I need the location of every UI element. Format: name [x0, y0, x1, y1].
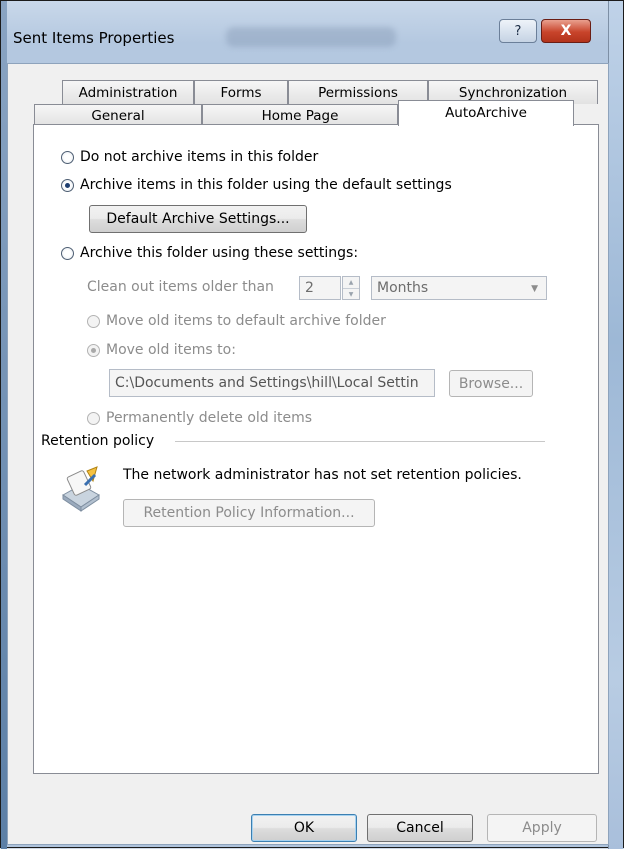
radio-button-checked-icon — [61, 178, 74, 192]
dropdown-arrow-icon: ▼ — [531, 284, 538, 294]
tab-label: AutoArchive — [445, 105, 527, 121]
radio-archive-custom[interactable]: Archive this folder using these settings… — [61, 245, 358, 261]
window-frame-right — [608, 1, 623, 849]
button-label: OK — [293, 820, 315, 836]
select-value: Months — [377, 280, 429, 296]
ok-button[interactable]: OK — [251, 814, 357, 842]
tab-forms[interactable]: Forms — [194, 80, 288, 104]
tab-label: Home Page — [261, 107, 339, 124]
blurred-background-text — [226, 27, 396, 47]
window-title: Sent Items Properties — [13, 29, 175, 47]
button-label: Browse... — [458, 375, 524, 392]
radio-label: Do not archive items in this folder — [80, 149, 319, 165]
radio-label: Move old items to: — [106, 342, 236, 358]
tab-label: Synchronization — [458, 84, 568, 101]
close-icon: X — [560, 23, 572, 39]
button-label: Apply — [522, 820, 562, 836]
clean-out-spinner[interactable]: ▲ ▼ — [342, 276, 360, 300]
help-icon: ? — [514, 23, 522, 39]
radio-button-icon — [87, 314, 100, 328]
field-value: C:\Documents and Settings\hill\Local Set… — [115, 375, 419, 391]
radio-label: Archive this folder using these settings… — [80, 245, 359, 261]
button-label: Default Archive Settings... — [106, 211, 290, 227]
button-label: Retention Policy Information... — [143, 505, 355, 521]
group-divider — [175, 441, 545, 443]
radio-do-not-archive[interactable]: Do not archive items in this folder — [61, 149, 318, 165]
radio-label: Move old items to default archive folder — [106, 313, 386, 329]
move-path-field[interactable]: C:\Documents and Settings\hill\Local Set… — [109, 369, 435, 397]
field-value: 2 — [305, 280, 314, 296]
tab-label: General — [91, 107, 145, 124]
default-archive-settings-button[interactable]: Default Archive Settings... — [89, 205, 307, 233]
tab-label: Permissions — [318, 84, 398, 101]
close-button[interactable]: X — [541, 19, 591, 43]
period-select[interactable]: Months ▼ — [371, 276, 547, 300]
clean-out-label: Clean out items older than — [87, 279, 274, 295]
tab-autoarchive[interactable]: AutoArchive — [398, 100, 574, 126]
group-label-text: Retention policy — [41, 433, 155, 449]
radio-move-default[interactable]: Move old items to default archive folder — [87, 313, 386, 329]
tab-label: Forms — [220, 84, 262, 101]
retention-policy-group-label: Retention policy — [41, 433, 154, 449]
browse-button[interactable]: Browse... — [449, 370, 533, 397]
tab-home-page[interactable]: Home Page — [202, 104, 398, 126]
dialog-window: Sent Items Properties ? X Administration… — [0, 0, 624, 849]
retention-message: The network administrator has not set re… — [123, 467, 522, 483]
help-button[interactable]: ? — [499, 19, 537, 43]
tab-general[interactable]: General — [34, 104, 202, 126]
retention-policy-info-button[interactable]: Retention Policy Information... — [123, 499, 375, 527]
radio-label: Permanently delete old items — [106, 410, 313, 426]
message-text: The network administrator has not set re… — [123, 467, 522, 483]
button-label: Cancel — [396, 820, 444, 836]
spin-down-icon[interactable]: ▼ — [343, 288, 359, 300]
apply-button[interactable]: Apply — [487, 814, 597, 842]
label-text: Clean out items older than — [87, 279, 274, 295]
radio-label: Archive items in this folder using the d… — [80, 177, 452, 193]
clean-out-number-field[interactable]: 2 — [299, 276, 341, 300]
radio-move-to[interactable]: Move old items to: — [87, 342, 236, 358]
spin-up-icon[interactable]: ▲ — [343, 277, 359, 288]
radio-button-checked-icon — [87, 343, 100, 357]
radio-button-icon — [87, 411, 100, 425]
cancel-button[interactable]: Cancel — [367, 814, 473, 842]
radio-archive-default[interactable]: Archive items in this folder using the d… — [61, 177, 452, 193]
radio-permanently-delete[interactable]: Permanently delete old items — [87, 410, 312, 426]
tab-administration[interactable]: Administration — [62, 80, 194, 104]
tab-label: Administration — [78, 84, 178, 101]
radio-button-icon — [61, 150, 74, 164]
radio-button-icon — [61, 246, 74, 260]
retention-policy-icon — [57, 465, 105, 513]
